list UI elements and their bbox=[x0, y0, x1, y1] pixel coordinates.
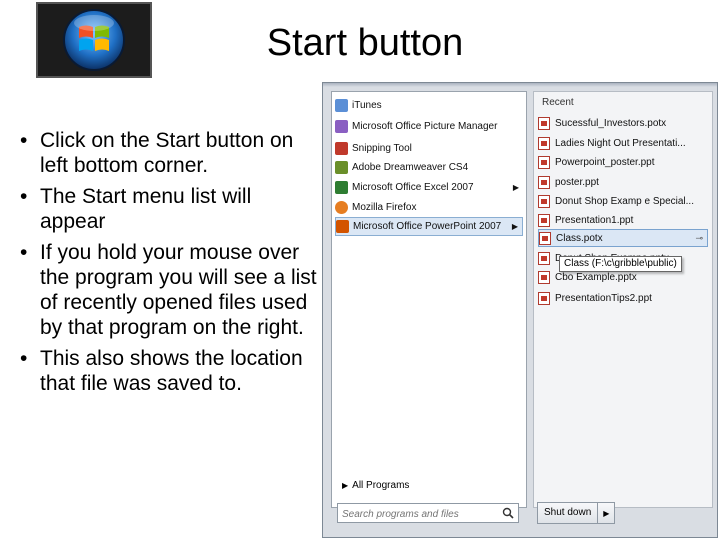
recent-file-item[interactable]: Sucessful_Investors.potx bbox=[538, 114, 708, 132]
powerpoint-file-icon bbox=[538, 175, 550, 189]
search-box[interactable] bbox=[337, 503, 519, 524]
shutdown-options-arrow-icon[interactable]: ▶ bbox=[598, 503, 614, 523]
program-excel[interactable]: Microsoft Office Excel 2007 ▶ bbox=[335, 178, 523, 197]
start-menu-frame bbox=[323, 83, 717, 87]
program-itunes[interactable]: iTunes bbox=[335, 96, 523, 115]
powerpoint-file-icon bbox=[538, 194, 550, 208]
recent-file-item-selected[interactable]: Class.potx ⊸ bbox=[538, 229, 708, 247]
bullet-dot: • bbox=[20, 347, 28, 370]
program-snipping-tool[interactable]: Snipping Tool bbox=[335, 139, 523, 158]
start-menu: iTunes Microsoft Office Picture Manager … bbox=[322, 82, 718, 538]
recent-file-item[interactable]: PresentationTips2.ppt bbox=[538, 289, 708, 307]
bullet-dot: • bbox=[20, 129, 28, 152]
powerpoint-file-icon bbox=[538, 213, 550, 227]
recent-file-item[interactable]: Powerpoint_poster.ppt bbox=[538, 153, 708, 171]
firefox-icon bbox=[335, 201, 348, 214]
programs-pane: iTunes Microsoft Office Picture Manager … bbox=[331, 91, 527, 508]
recent-file-item[interactable]: Presentation1.ppt bbox=[538, 211, 708, 229]
bullet-item: • Click on the Start button on left botto… bbox=[20, 129, 294, 177]
powerpoint-file-icon bbox=[538, 251, 550, 265]
file-path-tooltip: Class (F:\c\gribble\public) bbox=[559, 256, 682, 272]
recent-file-item[interactable]: Donut Shop Examp e Special... bbox=[538, 192, 708, 210]
shutdown-control: Shut down ▶ bbox=[537, 502, 616, 524]
bullet-list: • Click on the Start button on left botto… bbox=[18, 128, 320, 402]
recent-file-item[interactable]: poster.ppt bbox=[538, 173, 708, 191]
powerpoint-icon bbox=[336, 220, 349, 233]
recent-files-pane: Recent Sucessful_Investors.potx Ladies N… bbox=[533, 91, 713, 508]
program-powerpoint[interactable]: Microsoft Office PowerPoint 2007 ▶ bbox=[335, 217, 523, 236]
pin-icon[interactable]: ⊸ bbox=[695, 233, 703, 244]
expand-arrow-icon: ▶ bbox=[342, 481, 349, 490]
powerpoint-file-icon bbox=[539, 231, 551, 245]
powerpoint-file-icon bbox=[538, 291, 550, 305]
program-dreamweaver[interactable]: Adobe Dreamweaver CS4 bbox=[335, 158, 523, 177]
search-icon[interactable] bbox=[502, 507, 514, 519]
all-programs-button[interactable]: ▶ All Programs bbox=[342, 480, 409, 491]
bullet-dot: • bbox=[20, 185, 28, 208]
itunes-icon bbox=[335, 99, 348, 112]
bullet-dot: • bbox=[20, 241, 28, 264]
powerpoint-file-icon bbox=[538, 136, 550, 150]
windows-start-orb-icon bbox=[63, 9, 125, 71]
start-orb-image bbox=[36, 2, 152, 78]
slide-title: Start button bbox=[266, 22, 464, 64]
submenu-arrow-icon: ▶ bbox=[512, 183, 519, 192]
recent-file-item[interactable]: Ladies Night Out Presentati... bbox=[538, 134, 708, 152]
excel-icon bbox=[335, 181, 348, 194]
bullet-item: • If you hold your mouse over the program… bbox=[20, 241, 317, 339]
recent-header: Recent bbox=[542, 97, 574, 108]
picture-manager-icon bbox=[335, 120, 348, 133]
powerpoint-file-icon bbox=[538, 270, 550, 284]
shutdown-button[interactable]: Shut down bbox=[538, 503, 599, 523]
search-input[interactable] bbox=[338, 505, 488, 524]
powerpoint-file-icon bbox=[538, 155, 550, 169]
dreamweaver-icon bbox=[335, 161, 348, 174]
submenu-arrow-icon: ▶ bbox=[511, 222, 518, 231]
scissors-icon bbox=[335, 142, 348, 155]
program-firefox[interactable]: Mozilla Firefox bbox=[335, 198, 523, 217]
bullet-item: • The Start menu list will appear bbox=[20, 185, 252, 233]
program-picture-manager[interactable]: Microsoft Office Picture Manager bbox=[335, 117, 523, 136]
powerpoint-file-icon bbox=[538, 116, 550, 130]
bullet-item: • This also shows the location that file … bbox=[20, 347, 303, 395]
